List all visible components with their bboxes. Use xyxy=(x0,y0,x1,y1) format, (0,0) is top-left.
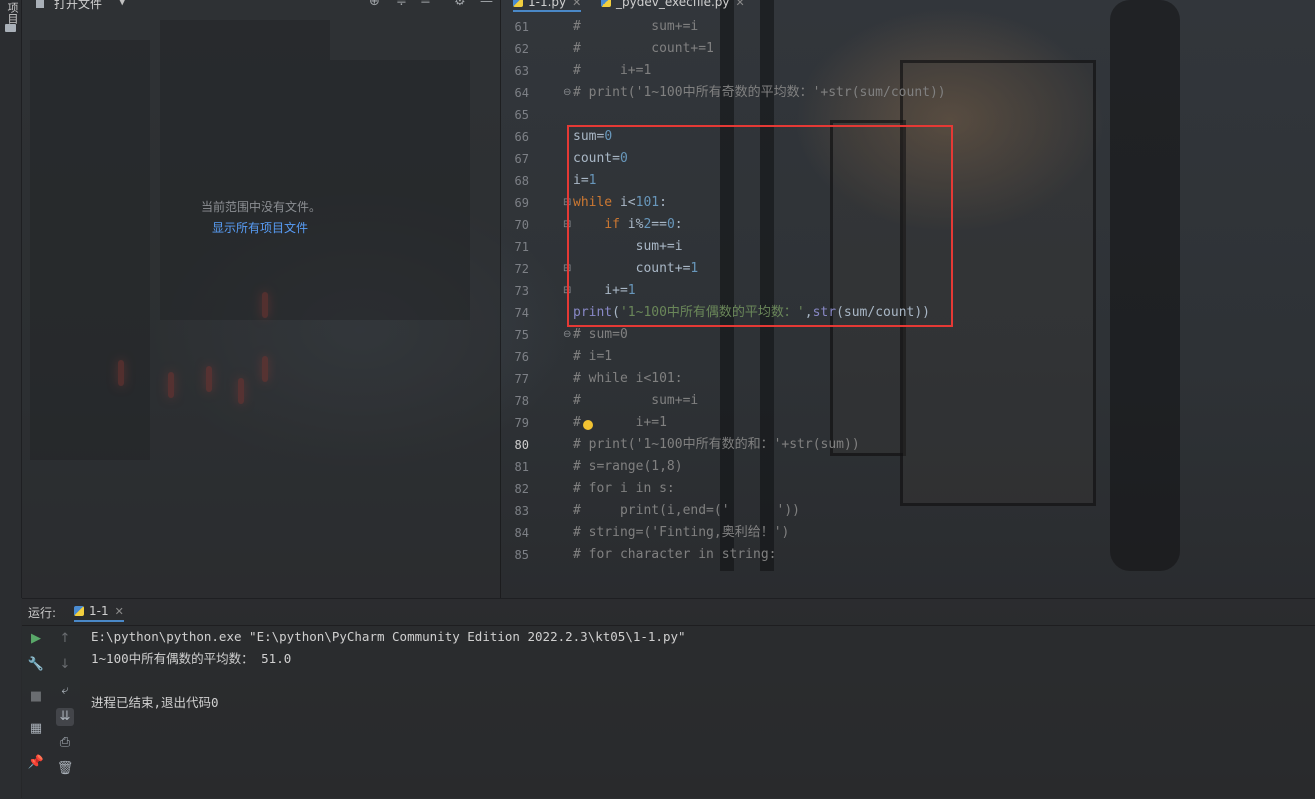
folder-icon[interactable] xyxy=(5,24,16,32)
run-tab-1-1[interactable]: 1-1 ✕ xyxy=(74,604,124,622)
expand-all-icon[interactable]: ≑ xyxy=(396,0,407,9)
line-number: 66 xyxy=(514,130,529,144)
tab-label: 1-1.py xyxy=(528,0,567,9)
line-number: 64 xyxy=(514,86,529,100)
editor-tabs: 1-1.py ✕ _pydev_execfile.py ✕ xyxy=(501,0,1315,14)
close-icon[interactable]: ✕ xyxy=(736,0,745,9)
fold-marker-icon[interactable]: ⊖ xyxy=(563,324,571,346)
tab-label: _pydev_execfile.py xyxy=(616,0,730,9)
project-view-title[interactable]: 打开文件 xyxy=(54,0,102,12)
stop-icon[interactable]: ■ xyxy=(27,688,45,706)
close-icon[interactable]: ✕ xyxy=(115,605,124,618)
code-line: # print('1~100中所有奇数的平均数：'+str(sum/count)… xyxy=(573,85,946,100)
gear-icon[interactable]: ⚙ xyxy=(454,0,466,9)
code-line: # i=1 xyxy=(573,349,613,364)
line-number: 73 xyxy=(514,284,529,298)
line-number: 72 xyxy=(514,262,529,276)
highlight-box xyxy=(567,125,953,327)
collapse-all-icon[interactable]: ≐ xyxy=(420,0,431,9)
trash-icon[interactable]: 🗑 xyxy=(56,760,74,778)
close-icon[interactable]: ✕ xyxy=(572,0,581,9)
chevron-down-icon[interactable]: ▼ xyxy=(118,0,126,7)
line-number: 85 xyxy=(514,548,529,562)
arrow-up-icon[interactable]: ↑ xyxy=(56,630,74,648)
line-number: 75 xyxy=(514,328,529,342)
project-view-icon xyxy=(36,0,44,8)
code-line: # for i in s: xyxy=(573,481,675,496)
line-number: 82 xyxy=(514,482,529,496)
line-number: 79 xyxy=(514,416,529,430)
run-tab-label: 1-1 xyxy=(89,604,109,618)
line-number: 77 xyxy=(514,372,529,386)
code-line: # string=('Finting,奥利给！') xyxy=(573,525,790,540)
code-line: # count+=1 xyxy=(573,41,714,56)
line-number: 74 xyxy=(514,306,529,320)
run-label: 运行: xyxy=(28,606,57,620)
code-line: # sum+=i xyxy=(573,19,699,34)
run-toolbar: ▶ ↑ 🔧 ↓ ■ ⤶ ▦ ⇊ ⎙ 📌 🗑 xyxy=(22,626,80,799)
target-icon[interactable]: ⊕ xyxy=(369,0,380,9)
line-number: 81 xyxy=(514,460,529,474)
console-command-line: E:\python\python.exe "E:\python\PyCharm … xyxy=(91,629,686,644)
code-line: # print(i,end=(' ')) xyxy=(573,503,800,518)
code-line: # for character in string: xyxy=(573,547,777,562)
lightbulb-icon[interactable] xyxy=(583,420,593,430)
python-run-icon xyxy=(74,606,84,616)
line-number: 62 xyxy=(514,42,529,56)
line-number: 68 xyxy=(514,174,529,188)
tab-1-1-py[interactable]: 1-1.py ✕ xyxy=(513,0,582,12)
layout-icon[interactable]: ▦ xyxy=(27,720,45,738)
rerun-icon[interactable]: ▶ xyxy=(27,630,45,648)
project-panel: 打开文件 ▼ ⊕ ≑ ≐ ⚙ — 当前范围中没有文件。 显示所有项目文件 xyxy=(22,0,501,598)
arrow-down-icon[interactable]: ↓ xyxy=(56,656,74,674)
bottom-left-strip xyxy=(0,598,21,798)
code-line: # sum+=i xyxy=(573,393,699,408)
run-panel-header: 运行: 1-1 ✕ xyxy=(22,599,1315,626)
line-number: 76 xyxy=(514,350,529,364)
line-number: 69 xyxy=(514,196,529,210)
line-number: 84 xyxy=(514,526,529,540)
line-number: 71 xyxy=(514,240,529,254)
python-file-icon xyxy=(513,0,523,7)
line-number: 78 xyxy=(514,394,529,408)
console-exit-message: 进程已结束,退出代码0 xyxy=(91,695,219,710)
code-line: # while i<101: xyxy=(573,371,683,386)
line-number: 67 xyxy=(514,152,529,166)
python-file-icon xyxy=(601,0,611,7)
wrench-icon[interactable]: 🔧 xyxy=(27,656,45,674)
scroll-to-end-icon[interactable]: ⇊ xyxy=(56,708,74,726)
console-output-line: 1~100中所有偶数的平均数： 51.0 xyxy=(91,651,292,666)
project-tool-label[interactable]: 项目 xyxy=(4,2,20,24)
minimize-icon[interactable]: — xyxy=(480,0,493,9)
line-number: 70 xyxy=(514,218,529,232)
line-number-current: 80 xyxy=(514,438,529,452)
print-icon[interactable]: ⎙ xyxy=(56,734,74,752)
code-line: # i+=1 xyxy=(573,63,652,78)
run-panel: 运行: 1-1 ✕ ▶ ↑ 🔧 ↓ ■ ⤶ ▦ ⇊ ⎙ 📌 🗑 E:\python… xyxy=(22,598,1315,799)
fold-marker-icon[interactable]: ⊖ xyxy=(563,82,571,104)
show-all-project-files-link[interactable]: 显示所有项目文件 xyxy=(212,219,308,236)
soft-wrap-icon[interactable]: ⤶ xyxy=(56,682,74,700)
line-number: 61 xyxy=(514,20,529,34)
tab-pydev-execfile[interactable]: _pydev_execfile.py ✕ xyxy=(601,0,745,9)
project-panel-header: 打开文件 ▼ ⊕ ≑ ≐ ⚙ — xyxy=(22,0,500,16)
left-tool-strip: 项目 xyxy=(0,0,22,598)
code-line: # s=range(1,8) xyxy=(573,459,683,474)
line-number: 65 xyxy=(514,108,529,122)
code-line-current: # print('1~100中所有数的和：'+str(sum)) xyxy=(573,437,860,452)
empty-scope-message: 当前范围中没有文件。 xyxy=(201,200,322,214)
code-line: # sum=0 xyxy=(573,327,628,342)
line-number: 63 xyxy=(514,64,529,78)
line-number: 83 xyxy=(514,504,529,518)
pin-icon[interactable]: 📌 xyxy=(27,754,45,772)
